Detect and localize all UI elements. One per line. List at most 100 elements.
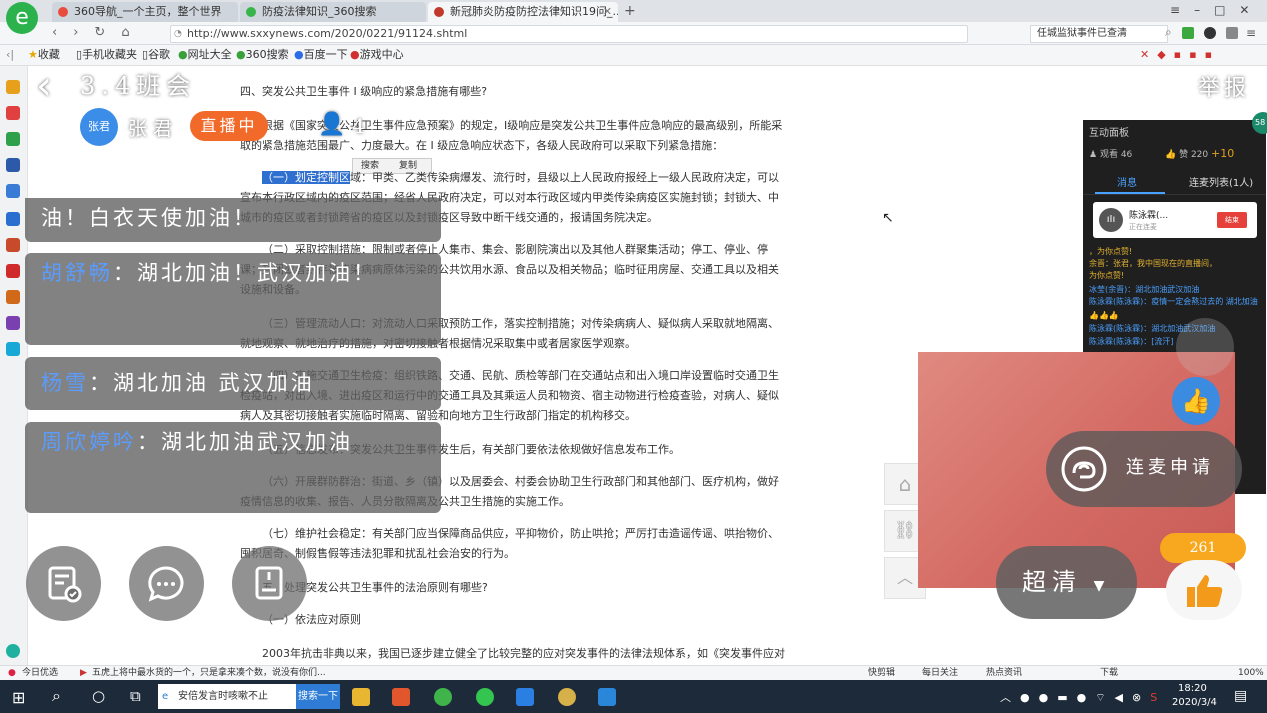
chat-icon[interactable] [6,212,20,226]
clock-time[interactable]: 18:20 [1178,683,1207,694]
music-icon[interactable] [6,316,20,330]
back-icon[interactable]: ‹ [52,25,73,40]
live-status-badge: 直播中 [190,111,268,141]
download-link[interactable]: 下载 [1100,666,1118,680]
input-method-icon[interactable]: S [1150,691,1166,704]
bookmark-games[interactable]: ●游戏中心 [350,47,404,63]
selected-text[interactable]: （一）划定控制区 [262,171,350,184]
app-icon[interactable] [6,158,20,172]
today-picks[interactable]: 今日优选 [22,666,58,680]
quick-edit-link[interactable]: 快剪辑 [868,666,895,680]
refresh-icon[interactable]: ↻ [94,25,121,40]
quality-selector[interactable]: 超清 ▼ [996,546,1137,619]
bookmark-google[interactable]: ▯谷歌 [142,47,170,63]
menu-icon[interactable]: ≡ [1170,3,1194,17]
viewer-icon: 👤 [318,112,346,137]
taskbar-search-button[interactable]: 搜索一下 [296,684,340,709]
forward-icon[interactable]: › [73,25,94,40]
chat-message: 为你点赞! [1089,271,1125,280]
back-arrow-icon[interactable]: ‹ [36,64,52,108]
tab-article[interactable]: 新冠肺炎防疫防控法律知识19问_... ✕ [428,2,618,22]
bookmark-360-search[interactable]: ●360搜索 [236,47,289,63]
browser-logo-icon[interactable]: e [6,2,38,34]
tab-mic-queue[interactable]: 连麦列表(1人) [1189,174,1253,189]
cortana-icon[interactable]: ○ [92,687,105,705]
tray-up-icon[interactable]: ︿ [1000,691,1020,704]
folder-icon[interactable] [352,688,370,706]
bookmark-tools-icons[interactable]: ✕◆▪▪▪ [1140,47,1220,63]
search-icon[interactable]: ⌕ [1165,25,1172,40]
network-icon[interactable]: ⌔ [1095,691,1114,704]
taskbar-search-box[interactable]: e 安倍发言时咳嗽不止 [158,684,296,709]
like-button[interactable]: 👍 [1172,377,1220,425]
clock-date[interactable]: 2020/3/4 [1172,697,1217,708]
mic-request-button[interactable]: 连麦申请 [1046,431,1242,507]
bookmark-baidu[interactable]: ●百度一下 [294,47,348,63]
mail-icon[interactable] [6,132,20,146]
bookmark-favorites[interactable]: ★收藏 [28,47,60,63]
document-button[interactable] [232,546,307,621]
maximize-icon[interactable]: □ [1214,3,1239,17]
tab-360-nav[interactable]: 360导航_一个主页，整个世界 [52,2,238,22]
bookmark-mobile[interactable]: ▯手机收藏夹 [76,47,137,63]
weibo-icon[interactable] [6,106,20,120]
toolbar-extension-icons: ≡ [1180,26,1260,40]
add-icon[interactable] [6,644,20,658]
tool-icon[interactable] [6,342,20,356]
game-icon: ● [350,48,360,61]
notification-icon[interactable]: ▤ [1234,688,1247,704]
extension-icon[interactable] [1182,27,1194,39]
tab-favicon-icon [246,7,256,17]
app-icon[interactable] [558,688,576,706]
tray-app-icons[interactable]: ●●▬● [1020,691,1095,704]
caller-status: 正在连麦 [1129,223,1157,231]
report-button[interactable]: 举报 [1198,70,1250,102]
live-app-icon[interactable] [598,688,616,706]
chat-message: 陈泳霖(陈泳霖)：疫情一定会熬过去的 湖北加油 [1089,297,1258,306]
undo-icon[interactable] [1226,27,1238,39]
search-icon[interactable]: ⌕ [52,686,61,706]
comment-button[interactable] [129,546,204,621]
minimize-icon[interactable]: – [1194,3,1214,17]
avatar[interactable]: 张君 [80,108,118,146]
section-heading: 五、处理突发公共卫生事件的法治原则有哪些? [262,581,488,594]
shop-icon[interactable] [6,264,20,278]
url-input[interactable]: ◔ http://www.sxxynews.com/2020/0221/9112… [170,25,968,43]
edge-notification-badge[interactable]: 58 [1252,112,1267,134]
thumbs-up-icon [1187,575,1223,607]
checklist-button[interactable] [26,546,101,621]
store-icon[interactable] [392,688,410,706]
close-tab-icon[interactable]: ✕ [603,2,612,22]
new-tab-icon[interactable]: + [624,3,636,19]
volume-icon[interactable]: ◀ [1115,691,1132,704]
section-heading: 四、突发公共卫生事件 I 级响应的紧急措施有哪些? [240,85,488,98]
tray-extra-icon[interactable]: ⊗ [1132,691,1150,704]
close-window-icon[interactable]: ✕ [1239,3,1263,17]
bookmark-url-directory[interactable]: ●网址大全 [178,47,232,63]
like-count-badge: 261 [1160,533,1246,563]
browser-360-icon[interactable] [434,688,452,706]
collapse-icon[interactable]: ‹| [6,47,14,63]
dingtalk-icon[interactable] [516,688,534,706]
star-icon[interactable] [6,80,20,94]
daily-focus-link[interactable]: 每日关注 [922,666,958,680]
wechat-icon[interactable] [476,688,494,706]
task-view-icon[interactable]: ⧉ [130,687,141,705]
hangup-button[interactable]: 结束 [1217,212,1247,228]
game-icon[interactable] [6,238,20,252]
tab-messages[interactable]: 消息 [1117,174,1137,189]
chat-bubble: 杨雪：湖北加油 武汉加油 [25,357,441,410]
home-icon[interactable]: ⌂ [121,25,145,40]
tab-360-search[interactable]: 防疫法律知识_360搜索 [240,2,426,22]
video-icon[interactable] [6,290,20,304]
chat-bubble: 胡舒畅：湖北加油！武汉加油！ [25,253,441,345]
windows-start-icon[interactable]: ⊞ [12,688,25,707]
zoom-level[interactable]: 100% [1238,666,1264,680]
doc-icon[interactable] [6,184,20,198]
big-like-button[interactable] [1166,560,1242,620]
search-box[interactable]: 任城监狱事件已查清 [1030,25,1168,43]
menu-icon[interactable]: ≡ [1246,26,1256,40]
news-ticker[interactable]: 五虎上将中最水货的一个，只是拿来凑个数，说没有你们... [92,666,362,680]
hot-news-link[interactable]: 热点资讯 [986,666,1022,680]
headphone-icon[interactable] [1204,27,1216,39]
